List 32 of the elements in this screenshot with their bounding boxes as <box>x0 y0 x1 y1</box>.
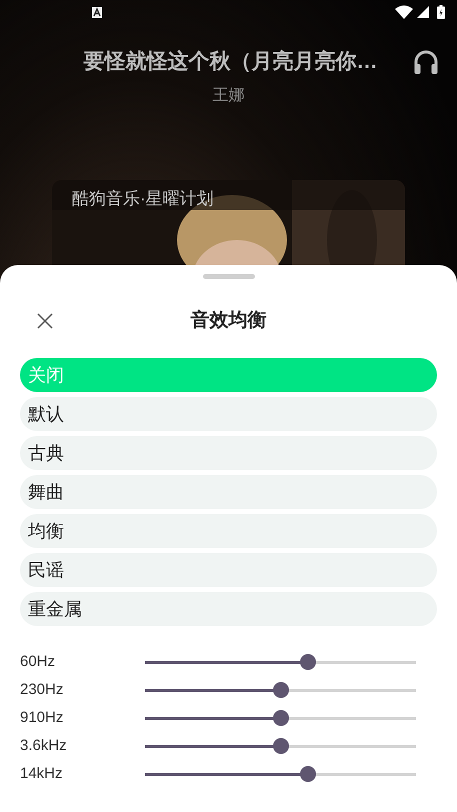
battery-icon <box>437 5 445 19</box>
slider-thumb[interactable] <box>300 766 316 782</box>
slider-thumb[interactable] <box>272 682 288 698</box>
preset-option[interactable]: 古典 <box>20 436 437 470</box>
band-slider[interactable] <box>145 654 416 670</box>
band-slider[interactable] <box>145 766 416 782</box>
artist-name[interactable]: 王娜 <box>0 84 457 108</box>
preset-option[interactable]: 重金属 <box>20 592 437 626</box>
slider-thumb[interactable] <box>272 710 288 726</box>
song-title: 要怪就怪这个秋（月亮月亮你… <box>82 48 378 76</box>
keyboard-icon <box>92 6 102 18</box>
preset-option[interactable]: 默认 <box>20 397 437 431</box>
slider-thumb[interactable] <box>272 738 288 754</box>
band-label: 230Hz <box>20 680 64 700</box>
wifi-icon <box>395 5 413 19</box>
close-icon[interactable] <box>37 313 53 329</box>
preset-option[interactable]: 舞曲 <box>20 475 437 509</box>
signal-icon <box>417 6 429 18</box>
band-slider[interactable] <box>145 738 416 754</box>
preset-option[interactable]: 均衡 <box>20 514 437 548</box>
slider-thumb[interactable] <box>300 654 316 670</box>
card-caption: 酷狗音乐·星曜计划 <box>71 188 215 210</box>
drag-handle[interactable] <box>202 274 254 279</box>
preset-option[interactable]: 民谣 <box>20 553 437 587</box>
sheet-title: 音效均衡 <box>190 308 266 333</box>
headphones-icon[interactable] <box>413 50 439 74</box>
band-slider[interactable] <box>145 710 416 726</box>
band-label: 14kHz <box>20 764 64 784</box>
band-label: 910Hz <box>20 708 64 728</box>
band-slider[interactable] <box>145 682 416 698</box>
band-label: 3.6kHz <box>20 736 68 756</box>
band-label: 60Hz <box>20 652 56 672</box>
